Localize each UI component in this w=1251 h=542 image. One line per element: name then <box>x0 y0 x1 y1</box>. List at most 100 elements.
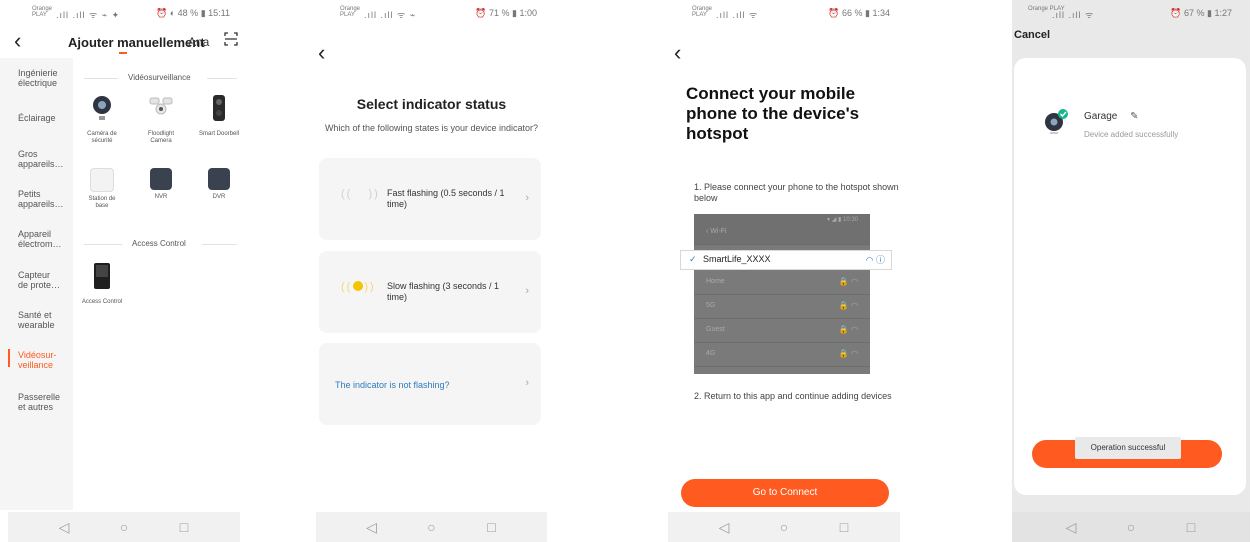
cancel-button[interactable]: Cancel <box>1014 29 1050 41</box>
wifi-network-name: 4G <box>706 350 716 357</box>
selected-hotspot: ✓ SmartLife_XXXX ◠ ⓘ <box>680 250 892 270</box>
back-arrow-icon[interactable]: ‹ <box>674 40 681 66</box>
wifi-network-name: 5G <box>706 302 716 309</box>
device-label: NVR <box>154 194 168 200</box>
option-slow-flashing[interactable]: (()) Slow flashing (3 seconds / 1 time) … <box>319 251 541 333</box>
device-label: Station de base <box>88 196 116 209</box>
sidebar-item-large-appliances[interactable]: Gros appareils… <box>18 149 73 169</box>
wifi-network-row: Home 🔒 ◠ <box>694 270 870 295</box>
sidebar-item-gateway[interactable]: Passerelle et autres <box>18 392 73 412</box>
signal-icons: .ıll .ıll ᯤ ⌁ ✦ <box>56 10 121 20</box>
divider <box>84 244 122 245</box>
device-base-station[interactable]: Station de base <box>80 168 124 210</box>
nav-back-icon[interactable]: ◁ <box>1062 519 1080 536</box>
fast-flash-indicator-icon: (( )) <box>341 188 380 200</box>
page-subtitle: Which of the following states is your de… <box>324 123 539 133</box>
wifi-status-time: ▾ ◢ ▮ 10:30 <box>827 217 858 223</box>
sidebar-item-small-appliances[interactable]: Petits appareils… <box>18 189 73 209</box>
device-name-text: Garage <box>1084 111 1118 122</box>
section-title-access: Access Control <box>132 239 186 248</box>
sidebar-item-video-surveillance[interactable]: Vidéosur- veillance <box>18 350 73 370</box>
nav-back-icon[interactable]: ◁ <box>715 519 733 536</box>
sidebar-item-sensors[interactable]: Capteur de prote… <box>18 270 73 290</box>
nav-recents-icon[interactable]: □ <box>835 519 853 535</box>
screen-device-added: Orange PLAY .ıll .ıll ᯤ ⏰ 67 % ▮ 1:27 Ca… <box>1012 0 1250 542</box>
device-label: Smart Doorbell <box>198 131 239 137</box>
chevron-right-icon: › <box>525 285 529 297</box>
wifi-network-row: 5G 🔒 ◠ <box>694 294 870 319</box>
device-access-control[interactable]: Access Control <box>80 262 124 306</box>
wifi-network-row: Guest 🔒 ◠ <box>694 318 870 343</box>
nav-back-icon[interactable]: ◁ <box>363 519 381 536</box>
wifi-header: ‹ Wi-Fi ▾ ◢ ▮ 10:30 <box>694 214 870 245</box>
wifi-header-label: ‹ Wi-Fi <box>706 228 727 235</box>
sidebar-item-electrical[interactable]: Ingénierie électrique <box>18 68 73 88</box>
back-arrow-icon[interactable]: ‹ <box>14 28 21 54</box>
status-bar: Orange PLAY .ıll .ıll ᯤ ⏰ 66 % ▮ 1:34 <box>660 0 908 22</box>
wifi-illustration: ‹ Wi-Fi ▾ ◢ ▮ 10:30 Home 🔒 ◠ 5G 🔒 ◠ Guest 🔒… <box>694 214 870 374</box>
android-nav-bar: ◁ ○ □ <box>1012 512 1250 542</box>
tab-partial[interactable]: Ana <box>188 35 209 49</box>
device-nvr[interactable]: NVR <box>139 168 183 201</box>
floodlight-camera-icon <box>149 97 173 115</box>
device-label: Access Control <box>81 299 123 305</box>
screen-indicator-status: Orange PLAY .ıll .ıll ᯤ ⌁ ⏰ 71 % ▮ 1:00 … <box>308 0 555 542</box>
access-control-icon <box>94 263 110 289</box>
toast-message: Operation successful <box>1075 437 1181 459</box>
status-right: ⏰ 71 % ▮ 1:00 <box>475 8 537 18</box>
wifi-network-name: Home <box>706 278 725 285</box>
nav-recents-icon[interactable]: □ <box>1182 519 1200 535</box>
result-card: Garage ✎ Device added successfully Opera… <box>1014 58 1246 495</box>
scan-icon[interactable] <box>224 32 238 46</box>
edit-pencil-icon[interactable]: ✎ <box>1130 111 1138 122</box>
sidebar-item-kitchen-appliances[interactable]: Appareil électrom… <box>18 229 73 249</box>
sidebar-item-health[interactable]: Santé et wearable <box>18 310 73 330</box>
section-title-video: Vidéosurveillance <box>128 73 191 82</box>
option-label: Slow flashing (3 seconds / 1 time) <box>387 281 500 302</box>
wifi-info-icon: ◠ ⓘ <box>865 255 885 265</box>
nav-home-icon[interactable]: ○ <box>423 519 441 535</box>
chevron-right-icon: › <box>525 377 529 389</box>
carrier-label: Orange PLAY <box>32 6 53 18</box>
sidebar-item-lighting[interactable]: Éclairage <box>18 113 73 123</box>
hotspot-name: SmartLife_XXXX <box>703 254 771 264</box>
base-station-icon <box>90 168 114 192</box>
option-fast-flashing[interactable]: (( )) Fast flashing (0.5 seconds / 1 tim… <box>319 158 541 240</box>
device-status: Device added successfully <box>1084 130 1179 139</box>
tab-indicator <box>119 52 127 54</box>
nav-back-icon[interactable]: ◁ <box>55 519 73 536</box>
security-camera-icon <box>93 96 111 120</box>
step-1-text: 1. Please connect your phone to the hots… <box>694 182 899 203</box>
dvr-icon <box>208 168 230 190</box>
nav-home-icon[interactable]: ○ <box>1122 519 1140 535</box>
divider <box>202 244 237 245</box>
option-label: Fast flashing (0.5 seconds / 1 time) <box>387 188 505 209</box>
category-sidebar: Ingénierie électrique Éclairage Gros app… <box>0 58 73 510</box>
active-indicator <box>8 349 10 367</box>
back-arrow-icon[interactable]: ‹ <box>318 40 325 66</box>
screen-add-manually: Orange PLAY .ıll .ıll ᯤ ⌁ ✦ ⏰ ◐ 48 % ▮ 1… <box>0 0 248 542</box>
nav-home-icon[interactable]: ○ <box>115 519 133 535</box>
go-to-connect-button[interactable]: Go to Connect <box>681 479 889 507</box>
device-security-camera[interactable]: Caméra de sécurité <box>80 94 124 145</box>
device-floodlight-camera[interactable]: Floodlight Camera <box>139 94 183 145</box>
nav-home-icon[interactable]: ○ <box>775 519 793 535</box>
wifi-network-row: 4G 🔒 ◠ <box>694 342 870 367</box>
signal-icons: .ıll .ıll ᯤ <box>1052 10 1095 20</box>
nav-recents-icon[interactable]: □ <box>175 519 193 535</box>
android-nav-bar: ◁ ○ □ <box>668 512 900 542</box>
page-title: Select indicator status <box>356 96 507 112</box>
nav-recents-icon[interactable]: □ <box>483 519 501 535</box>
device-dvr[interactable]: DVR <box>197 168 241 201</box>
carrier-label: Orange PLAY <box>340 6 361 18</box>
not-flashing-link[interactable]: The indicator is not flashing? <box>335 380 450 390</box>
status-bar: Orange PLAY .ıll .ıll ᯤ ⌁ ⏰ 71 % ▮ 1:00 <box>308 0 555 22</box>
step-2-text: 2. Return to this app and continue addin… <box>694 391 892 401</box>
device-smart-doorbell[interactable]: Smart Doorbell <box>197 94 241 138</box>
lock-wifi-icon: 🔒 ◠ <box>838 325 858 334</box>
option-not-flashing[interactable]: The indicator is not flashing? › <box>319 343 541 425</box>
lock-wifi-icon: 🔒 ◠ <box>838 349 858 358</box>
nvr-icon <box>150 168 172 190</box>
status-bar: Orange PLAY .ıll .ıll ᯤ ⏰ 67 % ▮ 1:27 <box>1012 0 1250 22</box>
status-right: ⏰ 66 % ▮ 1:34 <box>828 8 890 18</box>
